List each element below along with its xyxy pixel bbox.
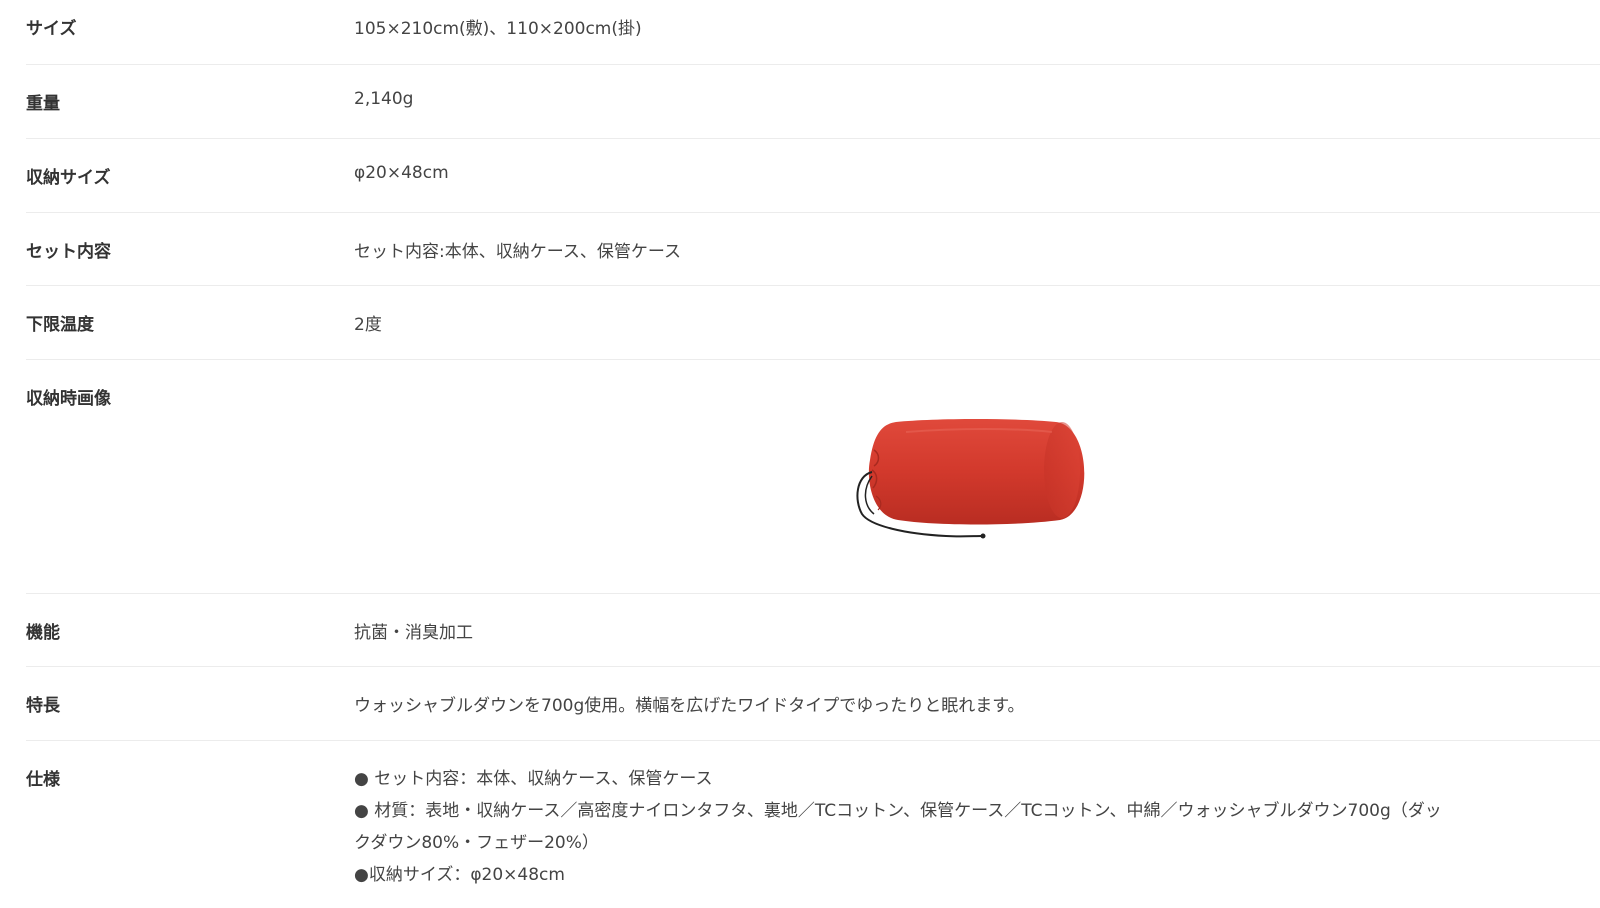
spec-label-function: 機能 [26,623,60,643]
spec-value-packed-size: φ20×48cm [354,163,449,183]
spec-label-packed-image: 収納時画像 [26,389,111,409]
specification-list: ● セット内容：本体、収納ケース、保管ケース ● 材質：表地・収納ケース／高密度… [354,763,1554,891]
spec-label-min-temperature: 下限温度 [26,315,94,335]
spec-value-min-temperature: 2度 [354,315,382,335]
spec-value-set-contents: セット内容:本体、収納ケース、保管ケース [354,242,682,262]
spec-row-set-contents: セット内容 セット内容:本体、収納ケース、保管ケース [26,213,1600,286]
spec-line: クダウン80%・フェザー20%） [354,833,599,853]
spec-label-set-contents: セット内容 [26,242,111,262]
spec-label-weight: 重量 [26,94,60,114]
spec-label-specification: 仕様 [26,770,60,790]
spec-line: ●収納サイズ：φ20×48cm [354,865,565,885]
spec-row-size: サイズ 105×210cm(敷)、110×200cm(掛) [26,0,1600,65]
spec-row-min-temperature: 下限温度 2度 [26,286,1600,360]
spec-row-packed-image: 収納時画像 [26,360,1600,594]
spec-line: ● 材質：表地・収納ケース／高密度ナイロンタフタ、裏地／TCコットン、保管ケース… [354,801,1442,821]
spec-row-feature: 特長 ウォッシャブルダウンを700g使用。横幅を広げたワイドタイプでゆったりと眠… [26,667,1600,741]
spec-row-packed-size: 収納サイズ φ20×48cm [26,139,1600,213]
spec-label-packed-size: 収納サイズ [26,168,111,188]
spec-row-specification: 仕様 ● セット内容：本体、収納ケース、保管ケース ● 材質：表地・収納ケース／… [26,741,1600,901]
spec-label-size: サイズ [26,19,77,39]
spec-value-weight: 2,140g [354,89,414,109]
spec-table: サイズ 105×210cm(敷)、110×200cm(掛) 重量 2,140g … [26,0,1600,901]
spec-value-function: 抗菌・消臭加工 [354,623,473,643]
spec-value-size: 105×210cm(敷)、110×200cm(掛) [354,19,642,39]
spec-value-feature: ウォッシャブルダウンを700g使用。横幅を広げたワイドタイプでゆったりと眠れます… [354,696,1025,716]
spec-label-feature: 特長 [26,696,60,716]
spec-row-function: 機能 抗菌・消臭加工 [26,594,1600,667]
spec-row-weight: 重量 2,140g [26,65,1600,139]
stuff-sack-image [816,410,1086,550]
spec-line: ● セット内容：本体、収納ケース、保管ケース [354,769,713,789]
